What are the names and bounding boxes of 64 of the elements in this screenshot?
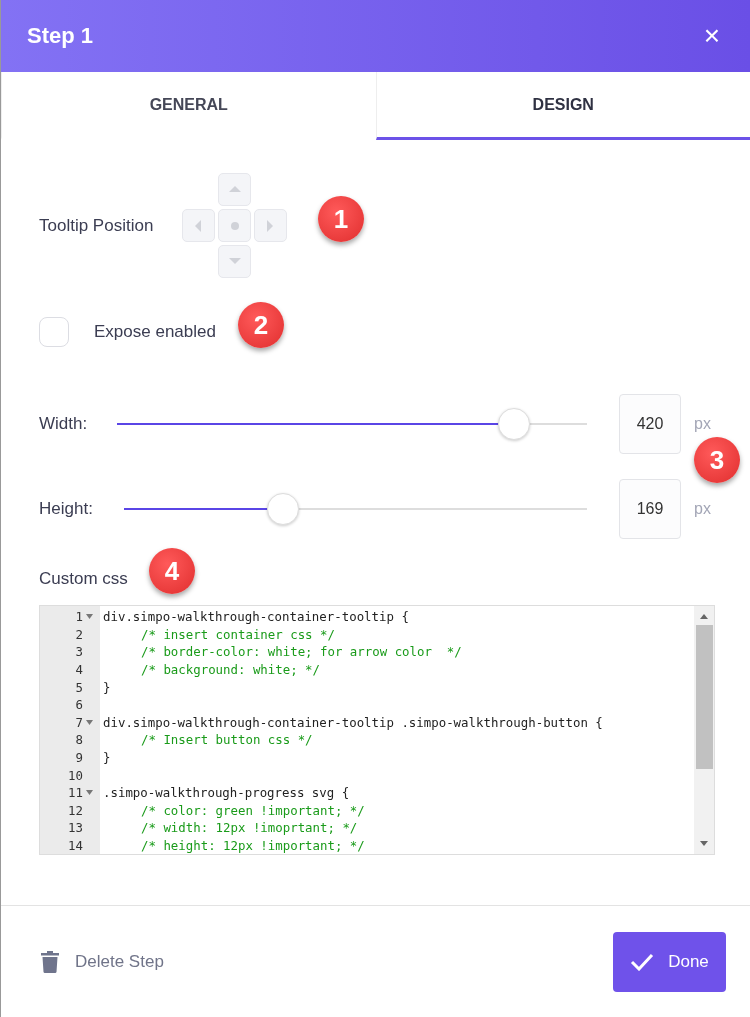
slider-thumb[interactable] (267, 493, 300, 525)
number-field[interactable]: 420 (619, 394, 681, 454)
code-line: /* color: green !important; */ (141, 802, 365, 818)
field-label: Height: (39, 499, 94, 519)
code-line: /* border-color: white; for arrow color */ (141, 644, 462, 660)
dialog-title: Step 1 (27, 23, 94, 49)
tab[interactable]: DESIGN (375, 72, 750, 140)
number-field[interactable]: 169 (619, 479, 681, 539)
delete-step-button[interactable]: Delete Step (41, 950, 164, 973)
position-right-button[interactable] (254, 209, 288, 242)
code-line: /* background: white; */ (141, 662, 321, 678)
fold-caret-icon[interactable] (86, 790, 93, 796)
scroll-down-icon[interactable] (700, 841, 708, 847)
slider-thumb[interactable] (498, 408, 531, 440)
line-number: 5 (75, 679, 83, 695)
line-number: 12 (68, 802, 83, 818)
line-number: 14 (68, 838, 83, 853)
line-number: 2 (75, 626, 83, 642)
field-label: Custom css (39, 569, 128, 589)
line-number: 4 (75, 662, 83, 678)
line-number: 10 (68, 767, 83, 783)
done-button[interactable]: Done (613, 931, 726, 992)
trash-icon (41, 950, 59, 973)
line-number: 7 (75, 714, 83, 730)
line-number: 8 (75, 732, 83, 748)
line-number: 13 (68, 820, 83, 836)
code-line: /* Insert button css */ (141, 732, 313, 748)
line-number: 1 (75, 609, 83, 625)
check-icon (630, 952, 655, 971)
scrollbar[interactable] (694, 606, 714, 854)
number-badge: 2 (238, 302, 284, 348)
close-button[interactable]: × (699, 22, 724, 50)
number-badge: 1 (318, 196, 364, 242)
fold-caret-icon[interactable] (86, 614, 93, 620)
position-center-button[interactable] (218, 209, 252, 242)
scroll-up-icon[interactable] (700, 613, 708, 619)
field-label: Tooltip Position (39, 215, 154, 236)
line-number: 11 (68, 785, 83, 801)
scrollbar-thumb[interactable] (695, 625, 713, 769)
position-down-button[interactable] (218, 245, 252, 278)
checkbox[interactable] (39, 317, 69, 347)
code-line: .simpo-walkthrough-progress svg { (103, 785, 350, 801)
line-number: 3 (75, 644, 83, 660)
code-line: /* width: 12px !imoprtant; */ (141, 820, 358, 836)
code-line: /* height: 12px !important; */ (141, 838, 365, 853)
unit-label: px (694, 415, 712, 433)
code-editor[interactable] (39, 605, 715, 855)
field-label: Width: (39, 414, 89, 434)
code-line: } (103, 750, 111, 766)
line-number: 9 (75, 750, 83, 766)
code-line: div.simpo-walkthrough-container-tooltip { (103, 609, 409, 625)
unit-label: px (694, 500, 712, 518)
checkbox-label: Expose enabled (94, 322, 216, 342)
code-line: } (103, 679, 111, 695)
number-badge: 3 (694, 437, 740, 483)
number-badge: 4 (149, 548, 195, 594)
code-line: /* insert container css */ (141, 626, 335, 642)
code-line: div.simpo-walkthrough-container-tooltip .simpo-walkthrough-button { (103, 714, 603, 730)
position-left-button[interactable] (182, 209, 216, 242)
position-up-button[interactable] (218, 173, 252, 206)
dot-icon (230, 221, 239, 230)
fold-caret-icon[interactable] (86, 719, 93, 725)
line-number: 6 (75, 697, 83, 713)
tab[interactable]: GENERAL (1, 72, 376, 140)
